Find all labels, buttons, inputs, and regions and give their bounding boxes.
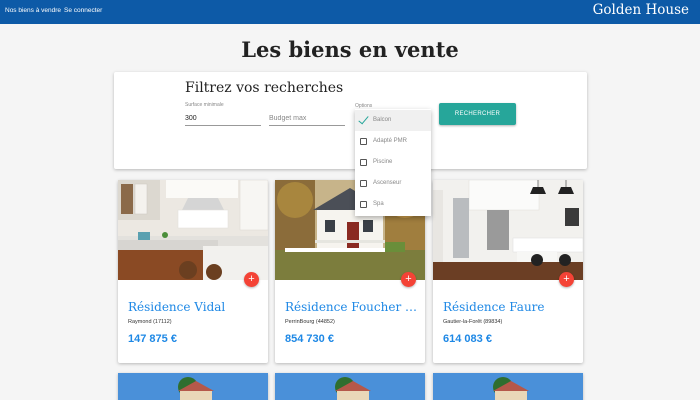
listing-location: Raymond (17112) (128, 319, 172, 325)
filter-title: Filtrez vos recherches (185, 80, 344, 96)
listing-card-partial[interactable] (275, 373, 425, 400)
checkmark-icon (358, 113, 369, 125)
option-label: Ascenseur (373, 180, 402, 186)
brand-logo[interactable]: Golden House (593, 2, 689, 18)
listing-title[interactable]: Résidence Foucher Te... (285, 300, 423, 314)
filter-panel: Filtrez vos recherches Surface minimale … (114, 72, 587, 169)
top-navbar: Nos biens à vendre Se connecter Golden H… (0, 0, 700, 24)
nav-link-for-sale[interactable]: Nos biens à vendre (5, 7, 61, 14)
listing-title[interactable]: Résidence Faure (443, 300, 581, 314)
listing-price: 147 875 € (128, 333, 177, 345)
page-title: Les biens en vente (241, 37, 459, 62)
checkbox-icon[interactable] (360, 201, 367, 208)
add-button[interactable]: + (559, 272, 574, 287)
listing-card[interactable]: + Résidence Faure Gautier-la-Forêt (8983… (433, 180, 583, 363)
add-button[interactable]: + (244, 272, 259, 287)
option-spa[interactable]: Spa (355, 194, 431, 215)
option-label: Adapté PMR (373, 138, 408, 144)
option-label: Spa (373, 201, 384, 207)
option-ascenseur[interactable]: Ascenseur (355, 173, 431, 194)
listing-card-partial[interactable] (433, 373, 583, 400)
surface-min-input[interactable] (185, 112, 261, 126)
checkbox-icon[interactable] (360, 138, 367, 145)
budget-max-input[interactable] (269, 112, 345, 126)
option-piscine[interactable]: Piscine (355, 152, 431, 173)
option-label: Piscine (373, 159, 393, 165)
checkbox-icon[interactable] (360, 180, 367, 187)
checkbox-icon[interactable] (360, 159, 367, 166)
surface-label: Surface minimale (185, 102, 224, 108)
kitchen-photo (118, 180, 268, 280)
options-dropdown: Balcon Adapté PMR Piscine Ascenseur Spa (355, 109, 431, 216)
kitchen-photo (433, 180, 583, 280)
listing-price: 854 730 € (285, 333, 334, 345)
house-photo (433, 373, 583, 400)
house-photo (275, 373, 425, 400)
listing-title[interactable]: Résidence Vidal (128, 300, 266, 314)
nav-link-login[interactable]: Se connecter (64, 7, 102, 14)
add-button[interactable]: + (401, 272, 416, 287)
option-balcon[interactable]: Balcon (355, 110, 431, 131)
search-button[interactable]: RECHERCHER (439, 103, 516, 125)
option-label: Balcon (373, 117, 392, 123)
listing-location: Gautier-la-Forêt (89834) (443, 319, 503, 325)
listing-card[interactable]: + Résidence Vidal Raymond (17112) 147 87… (118, 180, 268, 363)
listing-location: PerrinBourg (44852) (285, 319, 335, 325)
house-photo (118, 373, 268, 400)
listing-price: 614 083 € (443, 333, 492, 345)
option-pmr[interactable]: Adapté PMR (355, 131, 431, 152)
listing-card-partial[interactable] (118, 373, 268, 400)
